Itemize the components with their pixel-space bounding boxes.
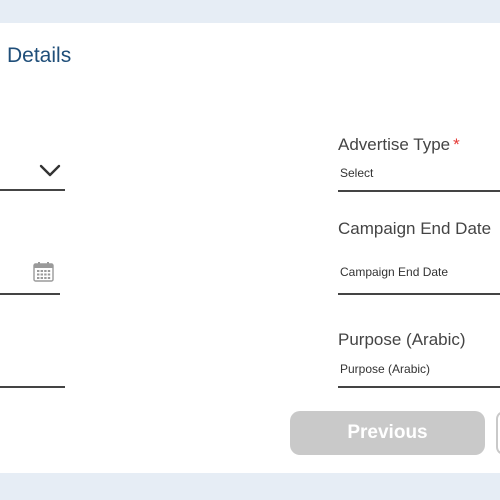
campaign-end-date-label: Campaign End Date bbox=[338, 219, 492, 238]
next-button-edge[interactable] bbox=[496, 411, 500, 455]
form-card bbox=[0, 23, 500, 473]
left-dropdown-underline bbox=[0, 189, 65, 191]
chevron-down-icon[interactable] bbox=[39, 164, 61, 178]
section-title: Details bbox=[7, 44, 72, 67]
left-text-field-underline[interactable] bbox=[0, 386, 65, 388]
campaign-end-date-input[interactable]: Campaign End Date bbox=[340, 265, 448, 279]
advertise-type-label-text: Advertise Type bbox=[338, 135, 451, 154]
campaign-end-date-underline bbox=[338, 293, 500, 295]
purpose-arabic-underline bbox=[338, 386, 500, 388]
advertise-type-select[interactable]: Select bbox=[340, 166, 373, 180]
purpose-arabic-input[interactable]: Purpose (Arabic) bbox=[340, 362, 430, 376]
advertise-type-underline bbox=[338, 190, 500, 192]
previous-button[interactable]: Previous bbox=[290, 411, 485, 455]
calendar-icon[interactable] bbox=[33, 261, 54, 282]
required-marker: * bbox=[453, 135, 460, 154]
purpose-arabic-label: Purpose (Arabic) bbox=[338, 330, 466, 349]
advertise-type-label: Advertise Type * bbox=[338, 135, 460, 155]
left-date-underline bbox=[0, 293, 60, 295]
